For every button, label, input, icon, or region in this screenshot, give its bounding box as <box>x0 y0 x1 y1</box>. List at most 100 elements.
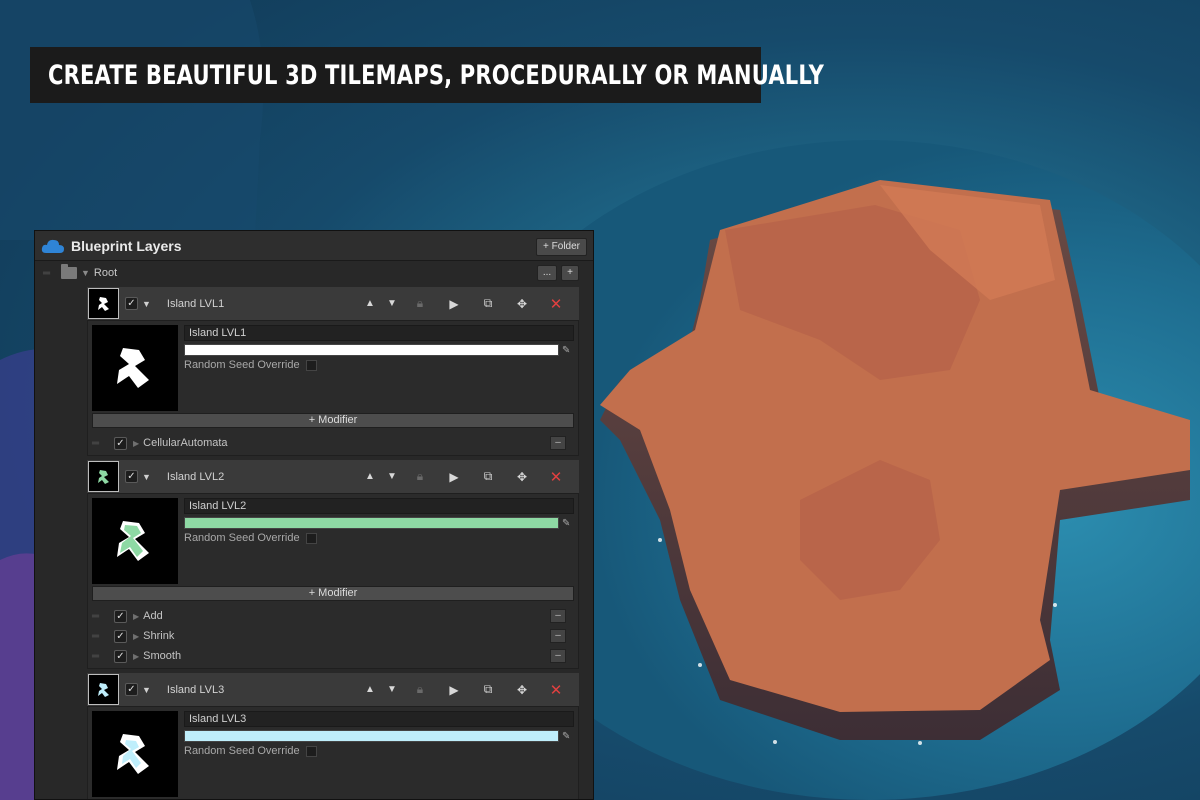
layer-island-lvl3: ✓ ▼ Island LVL3 ▲ ▼ 🔒︎ ▶ ⧉ ✥ ✕ Island LV… <box>87 673 579 799</box>
layer-color-field[interactable] <box>184 344 559 356</box>
modifier-checkbox[interactable]: ✓ <box>114 436 127 450</box>
expand-triangle-icon[interactable]: ▶ <box>133 652 139 661</box>
drag-handle-icon[interactable]: ═ <box>43 268 55 279</box>
island-preview-shape <box>117 348 149 388</box>
seed-override-checkbox[interactable] <box>305 532 317 544</box>
expand-triangle-icon[interactable]: ▶ <box>133 632 139 641</box>
layer-header[interactable]: ✓ ▼ Island LVL2 ▲ ▼ 🔒︎ ▶ ⧉ ✥ ✕ <box>87 460 579 493</box>
island-preview-shape <box>117 521 149 561</box>
modifier-name: Add <box>143 610 163 622</box>
layer-body: Island LVL3 ✎ Random Seed Override <box>87 706 579 799</box>
play-icon[interactable]: ▶ <box>437 297 471 311</box>
move-down-icon[interactable]: ▼ <box>381 684 403 695</box>
modifier-row[interactable]: ═ ✓ ▶ CellularAutomata – <box>92 433 574 453</box>
move-icon[interactable]: ✥ <box>505 297 539 311</box>
layer-dropdown-icon[interactable]: ▼ <box>142 299 151 309</box>
remove-modifier-button[interactable]: – <box>550 609 566 623</box>
layer-name: Island LVL2 <box>166 470 225 483</box>
layer-color-field[interactable] <box>184 517 559 529</box>
move-up-icon[interactable]: ▲ <box>359 298 381 309</box>
remove-modifier-button[interactable]: – <box>550 629 566 643</box>
panel-title: Blueprint Layers <box>71 237 182 254</box>
move-icon[interactable]: ✥ <box>505 683 539 697</box>
headline-text: CREATE BEAUTIFUL 3D TILEMAPS, PROCEDURAL… <box>48 59 825 91</box>
modifier-checkbox[interactable]: ✓ <box>114 609 127 623</box>
island-shape-icon <box>97 469 109 484</box>
layer-header[interactable]: ✓ ▼ Island LVL1 ▲ ▼ 🔒︎ ▶ ⧉ ✥ ✕ <box>87 287 579 320</box>
export-icon[interactable]: ⧉ <box>471 296 505 311</box>
seed-override-label: Random Seed Override <box>184 359 300 371</box>
modifier-row[interactable]: ═ ✓ ▶ Shrink – <box>92 626 574 646</box>
remove-modifier-button[interactable]: – <box>550 649 566 663</box>
cloud-icon <box>41 239 64 253</box>
layer-thumbnail[interactable] <box>88 288 119 319</box>
layer-thumbnail[interactable] <box>88 461 119 492</box>
blueprint-layers-panel: Blueprint Layers + Folder ═ ▼ Root ... +… <box>34 230 594 800</box>
layer-name-field[interactable]: Island LVL2 <box>184 498 574 514</box>
layer-island-lvl2: ✓ ▼ Island LVL2 ▲ ▼ 🔒︎ ▶ ⧉ ✥ ✕ Island LV… <box>87 460 579 669</box>
layer-dropdown-icon[interactable]: ▼ <box>142 685 151 695</box>
eyedropper-icon[interactable]: ✎ <box>562 345 574 356</box>
eyedropper-icon[interactable]: ✎ <box>562 731 574 742</box>
drag-handle-icon[interactable]: ═ <box>92 631 104 642</box>
layer-name: Island LVL1 <box>166 297 225 310</box>
move-down-icon[interactable]: ▼ <box>381 471 403 482</box>
island-shape-icon <box>97 682 109 697</box>
island-shape-icon <box>97 296 109 311</box>
drag-handle-icon[interactable]: ═ <box>92 438 104 449</box>
layer-body: Island LVL1 ✎ Random Seed Override + Mod… <box>87 320 579 456</box>
lock-icon[interactable]: 🔒︎ <box>403 469 437 484</box>
eyedropper-icon[interactable]: ✎ <box>562 518 574 529</box>
delete-icon[interactable]: ✕ <box>539 468 573 486</box>
root-more-button[interactable]: ... <box>536 265 558 281</box>
lock-icon[interactable]: 🔒︎ <box>403 682 437 697</box>
root-row[interactable]: ═ ▼ Root ... + <box>35 261 593 285</box>
modifier-row[interactable]: ═ ✓ ▶ Add – <box>92 606 574 626</box>
expand-triangle-icon[interactable]: ▶ <box>133 439 139 448</box>
layer-color-field[interactable] <box>184 730 559 742</box>
layer-dropdown-icon[interactable]: ▼ <box>142 472 151 482</box>
export-icon[interactable]: ⧉ <box>471 682 505 697</box>
seed-override-checkbox[interactable] <box>305 359 317 371</box>
island-preview-shape <box>117 734 149 774</box>
move-icon[interactable]: ✥ <box>505 470 539 484</box>
seed-override-label: Random Seed Override <box>184 532 300 544</box>
drag-handle-icon[interactable]: ═ <box>92 651 104 662</box>
export-icon[interactable]: ⧉ <box>471 469 505 484</box>
move-up-icon[interactable]: ▲ <box>359 684 381 695</box>
expand-triangle-icon[interactable]: ▼ <box>81 268 90 278</box>
add-modifier-button[interactable]: + Modifier <box>92 413 574 428</box>
layer-name-field[interactable]: Island LVL3 <box>184 711 574 727</box>
layer-thumbnail[interactable] <box>88 674 119 705</box>
modifier-checkbox[interactable]: ✓ <box>114 629 127 643</box>
modifier-name: Shrink <box>143 630 175 642</box>
drag-handle-icon[interactable]: ═ <box>92 611 104 622</box>
add-modifier-button[interactable]: + Modifier <box>92 586 574 601</box>
root-add-button[interactable]: + <box>561 265 579 281</box>
layer-preview <box>92 498 178 584</box>
expand-triangle-icon[interactable]: ▶ <box>133 612 139 621</box>
layer-body: Island LVL2 ✎ Random Seed Override + Mod… <box>87 493 579 669</box>
layer-island-lvl1: ✓ ▼ Island LVL1 ▲ ▼ 🔒︎ ▶ ⧉ ✥ ✕ Island LV… <box>87 287 579 456</box>
delete-icon[interactable]: ✕ <box>539 295 573 313</box>
layer-enabled-checkbox[interactable]: ✓ <box>125 297 138 310</box>
seed-override-checkbox[interactable] <box>305 745 317 757</box>
layer-enabled-checkbox[interactable]: ✓ <box>125 683 138 696</box>
play-icon[interactable]: ▶ <box>437 470 471 484</box>
layer-preview <box>92 325 178 411</box>
move-down-icon[interactable]: ▼ <box>381 298 403 309</box>
layer-name: Island LVL3 <box>166 683 225 696</box>
modifier-row[interactable]: ═ ✓ ▶ Smooth – <box>92 646 574 666</box>
layer-enabled-checkbox[interactable]: ✓ <box>125 470 138 483</box>
modifier-name: Smooth <box>143 650 182 662</box>
layer-name-field[interactable]: Island LVL1 <box>184 325 574 341</box>
move-up-icon[interactable]: ▲ <box>359 471 381 482</box>
play-icon[interactable]: ▶ <box>437 683 471 697</box>
add-folder-button[interactable]: + Folder <box>536 238 587 256</box>
modifier-name: CellularAutomata <box>143 437 228 449</box>
modifier-checkbox[interactable]: ✓ <box>114 649 127 663</box>
layer-header[interactable]: ✓ ▼ Island LVL3 ▲ ▼ 🔒︎ ▶ ⧉ ✥ ✕ <box>87 673 579 706</box>
delete-icon[interactable]: ✕ <box>539 681 573 699</box>
remove-modifier-button[interactable]: – <box>550 436 566 450</box>
lock-icon[interactable]: 🔒︎ <box>403 296 437 311</box>
